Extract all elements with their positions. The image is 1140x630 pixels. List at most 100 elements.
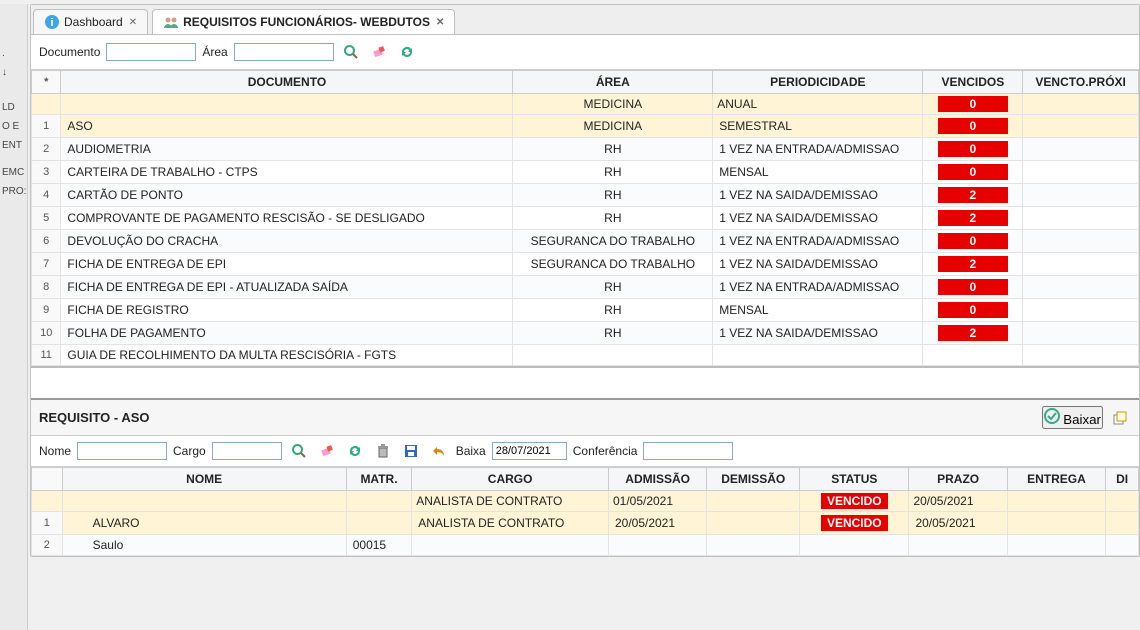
col-area[interactable]: ÁREA <box>513 71 713 94</box>
users-icon <box>163 14 179 30</box>
nome-input[interactable] <box>77 442 167 460</box>
documento-input[interactable] <box>106 43 196 61</box>
cell-area: RH <box>513 138 713 161</box>
delete-button[interactable] <box>372 440 394 462</box>
eraser-icon <box>319 443 335 459</box>
table-row[interactable]: 1ASOMEDICINASEMESTRAL0 <box>32 115 1139 138</box>
col-admissao[interactable]: ADMISSÃO <box>608 468 706 491</box>
col-cargo[interactable]: CARGO <box>412 468 609 491</box>
tab-requisitos[interactable]: REQUISITOS FUNCIONÁRIOS- WEBDUTOS ✕ <box>152 9 455 34</box>
cell-status: VENCIDO <box>800 512 909 535</box>
col-prazo[interactable]: PRAZO <box>909 468 1007 491</box>
cell-area: RH <box>513 322 713 345</box>
col-periodicidade[interactable]: PERIODICIDADE <box>713 71 923 94</box>
cell-vencidos: 0 <box>923 299 1023 322</box>
cell-vencidos: 0 <box>923 230 1023 253</box>
baixa-date-input[interactable] <box>492 442 567 460</box>
cell-prazo <box>909 535 1007 556</box>
cell-vencidos: 2 <box>923 322 1023 345</box>
tab-dashboard[interactable]: i Dashboard ✕ <box>33 9 148 34</box>
cell-admissao: 20/05/2021 <box>608 512 706 535</box>
col-nome[interactable]: NOME <box>62 468 346 491</box>
col-di[interactable]: DI <box>1106 468 1139 491</box>
export-icon <box>1112 410 1128 426</box>
sub-search-button[interactable] <box>288 440 310 462</box>
rownum: 5 <box>32 207 61 230</box>
col-matr[interactable]: MATR. <box>346 468 412 491</box>
cell-vencidos: 0 <box>923 138 1023 161</box>
cell-nome: ALVARO <box>62 512 346 535</box>
table-row[interactable]: 2Saulo00015 <box>32 535 1139 556</box>
cell-status <box>800 535 909 556</box>
area-label: Área <box>202 45 227 59</box>
cell-area: MEDICINA <box>513 115 713 138</box>
table-row[interactable]: 10FOLHA DE PAGAMENTORH1 VEZ NA SAIDA/DEM… <box>32 322 1139 345</box>
cell-documento: GUIA DE RECOLHIMENTO DA MULTA RESCISÓRIA… <box>61 345 513 366</box>
table-row[interactable]: 8FICHA DE ENTREGA DE EPI - ATUALIZADA SA… <box>32 276 1139 299</box>
cell-cargo <box>412 535 609 556</box>
table-row[interactable]: 1ALVAROANALISTA DE CONTRATO20/05/2021VEN… <box>32 512 1139 535</box>
cell-periodicidade: 1 VEZ NA SAIDA/DEMISSAO <box>713 322 923 345</box>
cell-vencto <box>1023 276 1139 299</box>
cell-area: SEGURANCA DO TRABALHO <box>513 253 713 276</box>
col-documento[interactable]: DOCUMENTO <box>61 71 513 94</box>
cell-vencto <box>1023 184 1139 207</box>
col-entrega[interactable]: ENTREGA <box>1007 468 1105 491</box>
table-row[interactable]: 2AUDIOMETRIARH1 VEZ NA ENTRADA/ADMISSAO0 <box>32 138 1139 161</box>
rownum-header <box>32 468 63 491</box>
cargo-label: Cargo <box>173 444 206 458</box>
table-row[interactable]: 3CARTEIRA DE TRABALHO - CTPSRHMENSAL0 <box>32 161 1139 184</box>
cell-vencto <box>1023 230 1139 253</box>
cell-area: RH <box>513 299 713 322</box>
col-vencto-proxi[interactable]: VENCTO.PRÓXI <box>1023 71 1139 94</box>
export-button[interactable] <box>1109 407 1131 429</box>
col-demissao[interactable]: DEMISSÃO <box>707 468 800 491</box>
cell-documento: FICHA DE REGISTRO <box>61 299 513 322</box>
people-grid: NOME MATR. CARGO ADMISSÃO DEMISSÃO STATU… <box>31 467 1139 556</box>
refresh-button[interactable] <box>396 41 418 63</box>
rownum: 10 <box>32 322 61 345</box>
area-input[interactable] <box>234 43 334 61</box>
search-button[interactable] <box>340 41 362 63</box>
cell-vencto <box>1023 299 1139 322</box>
cell-periodicidade: SEMESTRAL <box>713 115 923 138</box>
close-icon[interactable]: ✕ <box>436 17 444 28</box>
table-row[interactable]: 6DEVOLUÇÃO DO CRACHASEGURANCA DO TRABALH… <box>32 230 1139 253</box>
cell-periodicidade: 1 VEZ NA SAIDA/DEMISSAO <box>713 184 923 207</box>
cell-documento: AUDIOMETRIA <box>61 138 513 161</box>
table-row[interactable]: 7FICHA DE ENTREGA DE EPISEGURANCA DO TRA… <box>32 253 1139 276</box>
cell-matr: 00015 <box>346 535 412 556</box>
cell-periodicidade <box>713 345 923 366</box>
cargo-input[interactable] <box>212 442 282 460</box>
clear-button[interactable] <box>368 41 390 63</box>
subpanel-header: REQUISITO - ASO Baixar <box>31 400 1139 436</box>
undo-button[interactable] <box>428 440 450 462</box>
table-row[interactable]: 9FICHA DE REGISTRORHMENSAL0 <box>32 299 1139 322</box>
cell-area: SEGURANCA DO TRABALHO <box>513 230 713 253</box>
sub-clear-button[interactable] <box>316 440 338 462</box>
filter-row: MEDICINA ANUAL 0 <box>32 94 1139 115</box>
save-button[interactable] <box>400 440 422 462</box>
cell-periodicidade: 1 VEZ NA SAIDA/DEMISSAO <box>713 253 923 276</box>
cell-entrega <box>1007 512 1105 535</box>
cell-periodicidade: MENSAL <box>713 161 923 184</box>
save-icon <box>403 443 419 459</box>
close-icon[interactable]: ✕ <box>129 17 137 28</box>
trash-icon <box>375 443 391 459</box>
conferencia-label: Conferência <box>573 444 638 458</box>
conferencia-input[interactable] <box>643 442 733 460</box>
search-icon <box>291 443 307 459</box>
cell-area: RH <box>513 161 713 184</box>
rownum: 2 <box>32 138 61 161</box>
col-vencidos[interactable]: VENCIDOS <box>923 71 1023 94</box>
table-row[interactable]: 4CARTÃO DE PONTORH1 VEZ NA SAIDA/DEMISSA… <box>32 184 1139 207</box>
sub-filter-row: ANALISTA DE CONTRATO 01/05/2021 VENCIDO … <box>32 491 1139 512</box>
rownum: 4 <box>32 184 61 207</box>
col-status[interactable]: STATUS <box>800 468 909 491</box>
side-navigation-strip: .↓ LDO EENTEMCPRO: <box>0 4 28 630</box>
sub-refresh-button[interactable] <box>344 440 366 462</box>
table-row[interactable]: 11GUIA DE RECOLHIMENTO DA MULTA RESCISÓR… <box>32 345 1139 366</box>
rownum: 8 <box>32 276 61 299</box>
table-row[interactable]: 5COMPROVANTE DE PAGAMENTO RESCISÃO - SE … <box>32 207 1139 230</box>
baixar-button[interactable]: Baixar <box>1042 406 1103 429</box>
